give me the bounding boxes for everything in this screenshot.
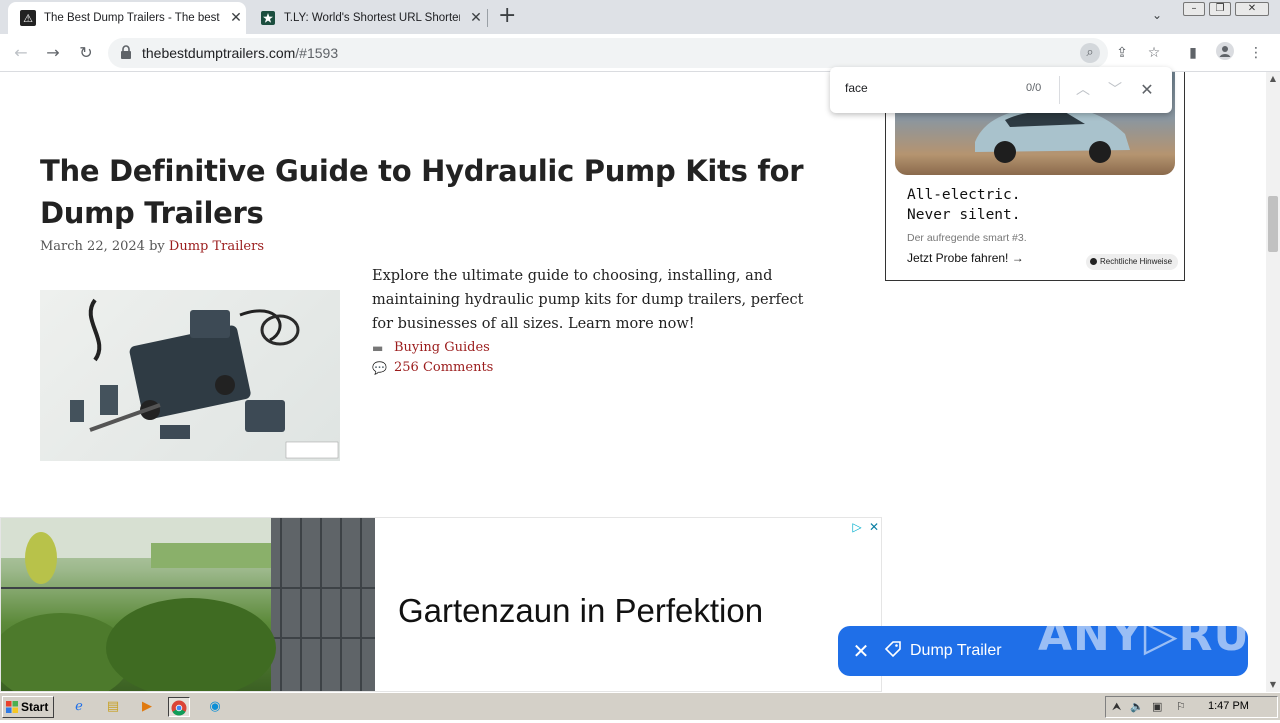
tab-thebestdumptrailers[interactable]: ⚠ The Best Dump Trailers - The best du ✕ <box>8 2 246 34</box>
url-path: /#1593 <box>295 45 339 61</box>
post-title[interactable]: The Definitive Guide to Hydraulic Pump K… <box>40 150 820 234</box>
post-meta: March 22, 2024 by Dump Trailers <box>40 239 264 254</box>
bookmark-star-icon[interactable]: ☆ <box>1143 42 1165 64</box>
start-button[interactable]: Start <box>2 696 54 718</box>
ad-close-icon[interactable]: ✕ <box>867 520 881 534</box>
anyrun-watermark: ANY▷RUN <box>1038 610 1266 661</box>
comments-icon: 💬 <box>372 360 387 375</box>
lock-icon <box>121 45 131 59</box>
tab-title: The Best Dump Trailers - The best du <box>44 12 220 24</box>
ad-headline: All-electric. Never silent. <box>907 185 1021 225</box>
scroll-up-arrow-icon[interactable]: ▲ <box>1266 72 1280 86</box>
legal-notice-label: Rechtliche Hinweise <box>1100 257 1173 266</box>
tab-tly[interactable]: T.LY: World's Shortest URL Shortene ✕ <box>248 2 486 34</box>
post-thumbnail[interactable] <box>40 290 340 461</box>
post-category: ▬ Buying Guides <box>372 340 490 355</box>
folder-icon: ▬ <box>372 340 384 355</box>
tab-separator <box>487 9 488 27</box>
category-link[interactable]: Buying Guides <box>394 340 490 355</box>
post-by: by <box>149 239 165 254</box>
action-center-flag-icon[interactable]: ⚐ <box>1176 700 1186 713</box>
side-panel-icon[interactable]: ▮ <box>1182 42 1204 64</box>
new-tab-button[interactable]: + <box>498 5 516 27</box>
tab-strip: ⚠ The Best Dump Trailers - The best du ✕… <box>0 0 1280 34</box>
find-close-icon[interactable]: ✕ <box>1136 79 1158 101</box>
page-scrollbar[interactable]: ▲ ▼ <box>1266 72 1280 692</box>
sticky-label: Dump Trailer <box>910 642 1002 659</box>
find-input[interactable]: face <box>845 81 868 95</box>
scroll-down-arrow-icon[interactable]: ▼ <box>1266 678 1280 692</box>
warning-icon: ⚠ <box>20 10 36 26</box>
tag-icon <box>884 640 902 663</box>
windows-taskbar: Start ℯ ▤ ▶ ◉ ⮝ 🔈 ▣ ⚐ 1:47 PM <box>0 692 1280 720</box>
address-bar[interactable]: thebestdumptrailers.com/#1593 ⌕ <box>108 38 1108 68</box>
url-domain: thebestdumptrailers.com <box>142 45 296 61</box>
ad-subtitle: Der aufregende smart #3. <box>907 232 1027 244</box>
share-icon[interactable]: ⇪ <box>1111 42 1133 64</box>
forward-arrow-icon[interactable]: → <box>42 42 64 64</box>
arrow-right-icon: → <box>1011 251 1024 265</box>
post-comments: 💬 256 Comments <box>372 360 493 375</box>
back-arrow-icon[interactable]: ← <box>10 42 32 64</box>
network-icon[interactable]: ▣ <box>1152 700 1162 713</box>
find-in-page-icon[interactable]: ⌕ <box>1080 43 1100 63</box>
restore-button[interactable]: ❐ <box>1209 2 1231 16</box>
tly-star-icon <box>260 10 276 26</box>
minimize-button[interactable]: – <box>1183 2 1205 16</box>
scroll-thumb[interactable] <box>1268 196 1278 252</box>
tray-expand-icon[interactable]: ⮝ <box>1112 700 1121 714</box>
tab-search-chevron-icon[interactable]: ⌄ <box>1152 8 1162 22</box>
start-label: Start <box>21 700 49 714</box>
legal-notice-button[interactable]: Rechtliche Hinweise <box>1086 254 1179 270</box>
tab-close-icon[interactable]: ✕ <box>468 10 484 26</box>
find-bar: face 0/0 ︿ ﹀ ✕ <box>830 67 1172 113</box>
tab-close-icon[interactable]: ✕ <box>228 10 244 26</box>
media-player-icon[interactable]: ▶ <box>136 697 158 717</box>
taskbar-clock: 1:47 PM <box>1208 700 1249 712</box>
find-next-chevron-icon[interactable]: ﹀ <box>1104 79 1126 101</box>
volume-icon[interactable]: 🔈 <box>1130 700 1144 713</box>
profile-avatar-icon[interactable] <box>1214 42 1236 64</box>
find-divider <box>1059 76 1060 104</box>
window-close-button[interactable]: ✕ <box>1235 2 1269 16</box>
bottom-ad[interactable]: Gartenzaun in Perfektion ▷ ✕ <box>0 517 882 692</box>
close-icon[interactable]: ✕ <box>838 639 884 664</box>
system-tray: ⮝ 🔈 ▣ ⚐ 1:47 PM <box>1105 696 1278 718</box>
fence-ad-image <box>1 518 375 691</box>
reload-icon[interactable]: ↻ <box>75 42 97 64</box>
post-excerpt: Explore the ultimate guide to choosing, … <box>372 268 804 332</box>
chrome-icon[interactable] <box>168 697 190 717</box>
windows-flag-icon <box>6 701 18 713</box>
edge-icon[interactable]: ◉ <box>204 697 226 717</box>
url-text: thebestdumptrailers.com/#1593 <box>142 45 338 61</box>
ad-headline-line-2: Never silent. <box>907 207 1021 223</box>
ad-cta-label: Jetzt Probe fahren! <box>907 251 1009 265</box>
author-link[interactable]: Dump Trailers <box>169 239 264 254</box>
folder-icon[interactable]: ▤ <box>102 697 124 717</box>
ad-headline-line-1: All-electric. <box>907 187 1021 203</box>
info-dot-icon <box>1090 258 1097 265</box>
menu-kebab-icon[interactable]: ⋮ <box>1245 42 1267 64</box>
ad-headline: Gartenzaun in Perfektion <box>398 592 764 629</box>
tab-title: T.LY: World's Shortest URL Shortene <box>284 12 460 24</box>
internet-explorer-icon[interactable]: ℯ <box>68 697 90 717</box>
ad-cta-link[interactable]: Jetzt Probe fahren! → <box>907 251 1024 265</box>
page-content: The Definitive Guide to Hydraulic Pump K… <box>0 72 1266 692</box>
adchoices-icon[interactable]: ▷ <box>850 520 864 534</box>
comments-link[interactable]: 256 Comments <box>394 360 493 375</box>
find-previous-chevron-icon[interactable]: ︿ <box>1072 79 1094 101</box>
post-date: March 22, 2024 <box>40 239 145 254</box>
find-match-count: 0/0 <box>1026 82 1042 94</box>
